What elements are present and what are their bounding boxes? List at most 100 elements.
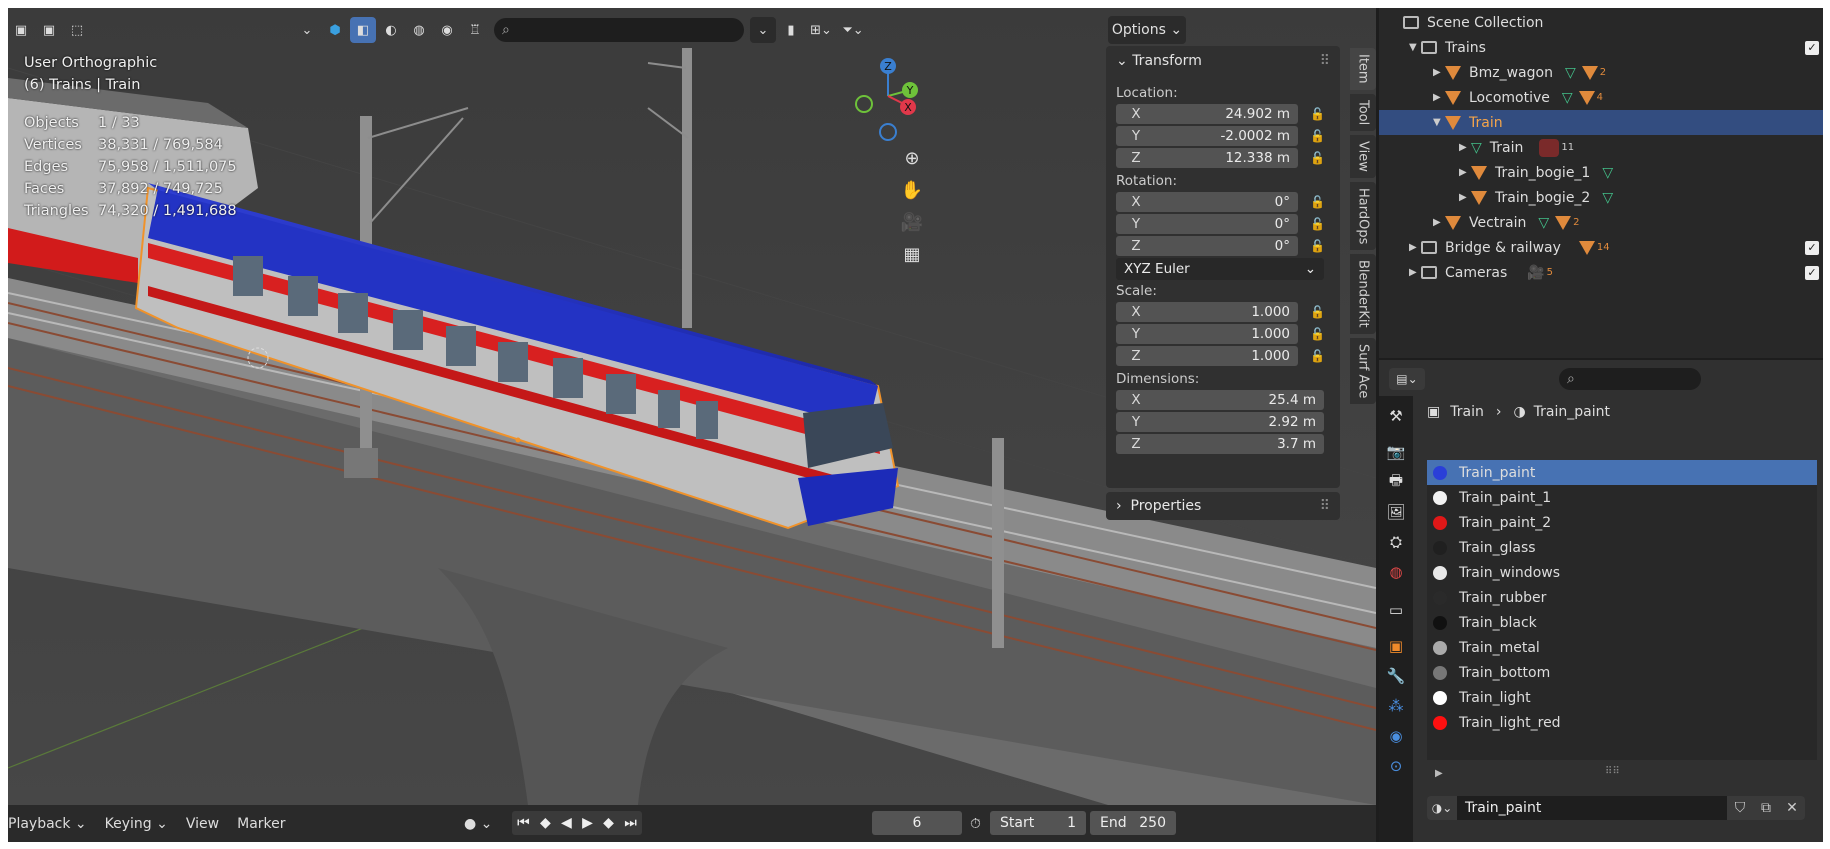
current-frame-field[interactable]: 6: [872, 811, 962, 835]
navigation-gizmo[interactable]: Z Y X: [848, 52, 928, 142]
tab-tool[interactable]: Tool: [1350, 93, 1376, 131]
chevron-right-icon[interactable]: ▶: [1409, 242, 1421, 253]
record-button[interactable]: ● ⌄: [464, 816, 492, 832]
location-x-field[interactable]: X 24.902 m: [1116, 104, 1298, 124]
rotation-z-field[interactable]: Z 0°: [1116, 236, 1298, 256]
material-slot[interactable]: Train_paint_2: [1427, 510, 1817, 535]
fake-user-icon[interactable]: ⛉: [1727, 796, 1753, 820]
start-frame-field[interactable]: Start 1: [990, 811, 1086, 835]
rotation-y-field[interactable]: Y 0°: [1116, 214, 1298, 234]
particles-icon[interactable]: ⁂: [1386, 696, 1406, 716]
material-slot[interactable]: Train_paint: [1427, 460, 1817, 485]
outliner-item-train-bogie-1[interactable]: ▶ Train_bogie_1 ▽ 👁: [1379, 160, 1823, 185]
rotation-x-field[interactable]: X 0°: [1116, 192, 1298, 212]
material-slot[interactable]: Train_light: [1427, 685, 1817, 710]
solid-shading-icon[interactable]: ◐: [378, 17, 404, 43]
lock-icon[interactable]: 🔓: [1310, 239, 1326, 253]
object-icon[interactable]: ▣: [1386, 636, 1406, 656]
chevron-right-icon[interactable]: ▶: [1459, 192, 1471, 203]
material-name-field[interactable]: Train_paint: [1457, 796, 1727, 820]
chevron-right-icon[interactable]: ▶: [1433, 92, 1445, 103]
chevron-right-icon[interactable]: ▶: [1459, 142, 1471, 153]
editor-type-dropdown[interactable]: ▤⌄: [1389, 368, 1425, 390]
material-slot[interactable]: Train_windows: [1427, 560, 1817, 585]
rotation-mode-dropdown[interactable]: XYZ Euler ⌄: [1116, 258, 1324, 280]
hierarchy-icon[interactable]: ⊞⌄: [806, 17, 836, 43]
next-keyframe-icon[interactable]: ◆: [603, 815, 614, 831]
select-subtract-icon[interactable]: ⬚: [64, 17, 90, 43]
chevron-down-icon[interactable]: ▼: [1433, 117, 1445, 128]
dimensions-x-field[interactable]: X 25.4 m: [1116, 390, 1324, 410]
outliner-scene-collection[interactable]: Scene Collection: [1379, 10, 1823, 35]
outliner-item-train-bogie-2[interactable]: ▶ Train_bogie_2 ▽ 👁: [1379, 185, 1823, 210]
playback-menu[interactable]: Playback ⌄: [8, 816, 87, 832]
outliner-item-trains[interactable]: ▼ Trains ✓👁: [1379, 35, 1823, 60]
collection-checkbox[interactable]: ✓: [1805, 40, 1819, 55]
material-slot[interactable]: Train_light_red: [1427, 710, 1817, 735]
overlay-icon[interactable]: ♖: [462, 17, 488, 43]
tab-blenderkit[interactable]: BlenderKit: [1350, 254, 1376, 334]
close-icon[interactable]: ✕: [1779, 796, 1805, 820]
material-slot[interactable]: Train_bottom: [1427, 660, 1817, 685]
select-box-icon[interactable]: ▣: [8, 17, 34, 43]
material-slot[interactable]: Train_black: [1427, 610, 1817, 635]
funnel-filter-icon[interactable]: ⏷⌄: [838, 17, 868, 43]
view-layer-icon[interactable]: 🖼: [1386, 502, 1406, 522]
lock-icon[interactable]: 🔓: [1310, 107, 1326, 121]
properties-search-input[interactable]: ⌕: [1559, 368, 1701, 390]
outliner-item-locomotive[interactable]: ▶ Locomotive ▽4 👁: [1379, 85, 1823, 110]
material-shading-icon[interactable]: ◍: [406, 17, 432, 43]
render-icon[interactable]: 📷: [1386, 442, 1406, 462]
outliner-item-cameras[interactable]: ▶ Cameras 🎥5 ✓👁: [1379, 260, 1823, 285]
list-resize-handle[interactable]: ⠿⠿: [1605, 766, 1620, 777]
scale-z-field[interactable]: Z 1.000: [1116, 346, 1298, 366]
prev-keyframe-icon[interactable]: ◆: [540, 815, 551, 831]
lock-icon[interactable]: 🔓: [1310, 327, 1326, 341]
gizmo-neg-y[interactable]: [855, 95, 873, 113]
lock-icon[interactable]: 🔓: [1310, 217, 1326, 231]
tab-hardops[interactable]: HardOps: [1350, 181, 1376, 251]
bookmark-icon[interactable]: ▮: [778, 17, 804, 43]
chevron-right-icon[interactable]: ▶: [1409, 267, 1421, 278]
collection-icon[interactable]: ▭: [1386, 600, 1406, 620]
material-slot[interactable]: Train_rubber: [1427, 585, 1817, 610]
drag-handle-icon[interactable]: ⠿: [1320, 53, 1330, 69]
location-y-field[interactable]: Y -2.0002 m: [1116, 126, 1298, 146]
gizmo-neg-z[interactable]: [879, 123, 897, 141]
options-dropdown[interactable]: Options ⌄: [1108, 16, 1186, 44]
output-icon[interactable]: 🖶: [1386, 471, 1406, 492]
outliner-item-vectrain[interactable]: ▶ Vectrain ▽2 👁: [1379, 210, 1823, 235]
lock-icon[interactable]: 🔓: [1310, 349, 1326, 363]
marker-menu[interactable]: Marker: [237, 816, 285, 832]
tab-item[interactable]: Item: [1350, 48, 1376, 90]
constraints-icon[interactable]: ⊙: [1386, 756, 1406, 776]
collection-checkbox[interactable]: ✓: [1805, 265, 1819, 280]
location-z-field[interactable]: Z 12.338 m: [1116, 148, 1298, 168]
scale-x-field[interactable]: X 1.000: [1116, 302, 1298, 322]
scale-y-field[interactable]: Y 1.000: [1116, 324, 1298, 344]
xray-toggle-icon[interactable]: ◧: [350, 17, 376, 43]
chevron-down-icon[interactable]: ▼: [1409, 42, 1421, 53]
play-reverse-icon[interactable]: ◀: [561, 815, 572, 831]
play-icon[interactable]: ▶: [582, 815, 593, 831]
dimensions-z-field[interactable]: Z 3.7 m: [1116, 434, 1324, 454]
material-slot[interactable]: Train_glass: [1427, 535, 1817, 560]
jump-start-icon[interactable]: ⏮: [517, 815, 530, 831]
material-slot[interactable]: Train_paint_1: [1427, 485, 1817, 510]
lock-icon[interactable]: 🔓: [1310, 195, 1326, 209]
properties-panel-header[interactable]: › Properties ⠿: [1106, 492, 1340, 520]
3d-viewport[interactable]: ▣ ▣ ⬚ ⌄ ⬢ ◧ ◐ ◍ ◉ ♖ ⌕ ⌄ ▮ ⊞⌄ ⏷⌄ Options …: [8, 8, 1376, 805]
modifier-wrench-icon[interactable]: 🔧: [1386, 666, 1406, 686]
dimensions-y-field[interactable]: Y 2.92 m: [1116, 412, 1324, 432]
world-icon[interactable]: ◍: [1386, 562, 1406, 582]
tool-icon[interactable]: ⚒: [1386, 406, 1406, 426]
outliner-item-train-mesh[interactable]: ▶ ▽ Train 11: [1379, 135, 1823, 160]
rendered-shading-icon[interactable]: ◉: [434, 17, 460, 43]
collection-checkbox[interactable]: ✓: [1805, 240, 1819, 255]
transform-header[interactable]: ⌄ Transform ⠿: [1106, 46, 1340, 76]
list-expand-icon[interactable]: ▶: [1435, 768, 1443, 779]
zoom-icon[interactable]: ⊕: [896, 142, 928, 174]
select-extend-icon[interactable]: ▣: [36, 17, 62, 43]
pan-hand-icon[interactable]: ✋: [896, 174, 928, 206]
lock-icon[interactable]: 🔓: [1310, 151, 1326, 165]
